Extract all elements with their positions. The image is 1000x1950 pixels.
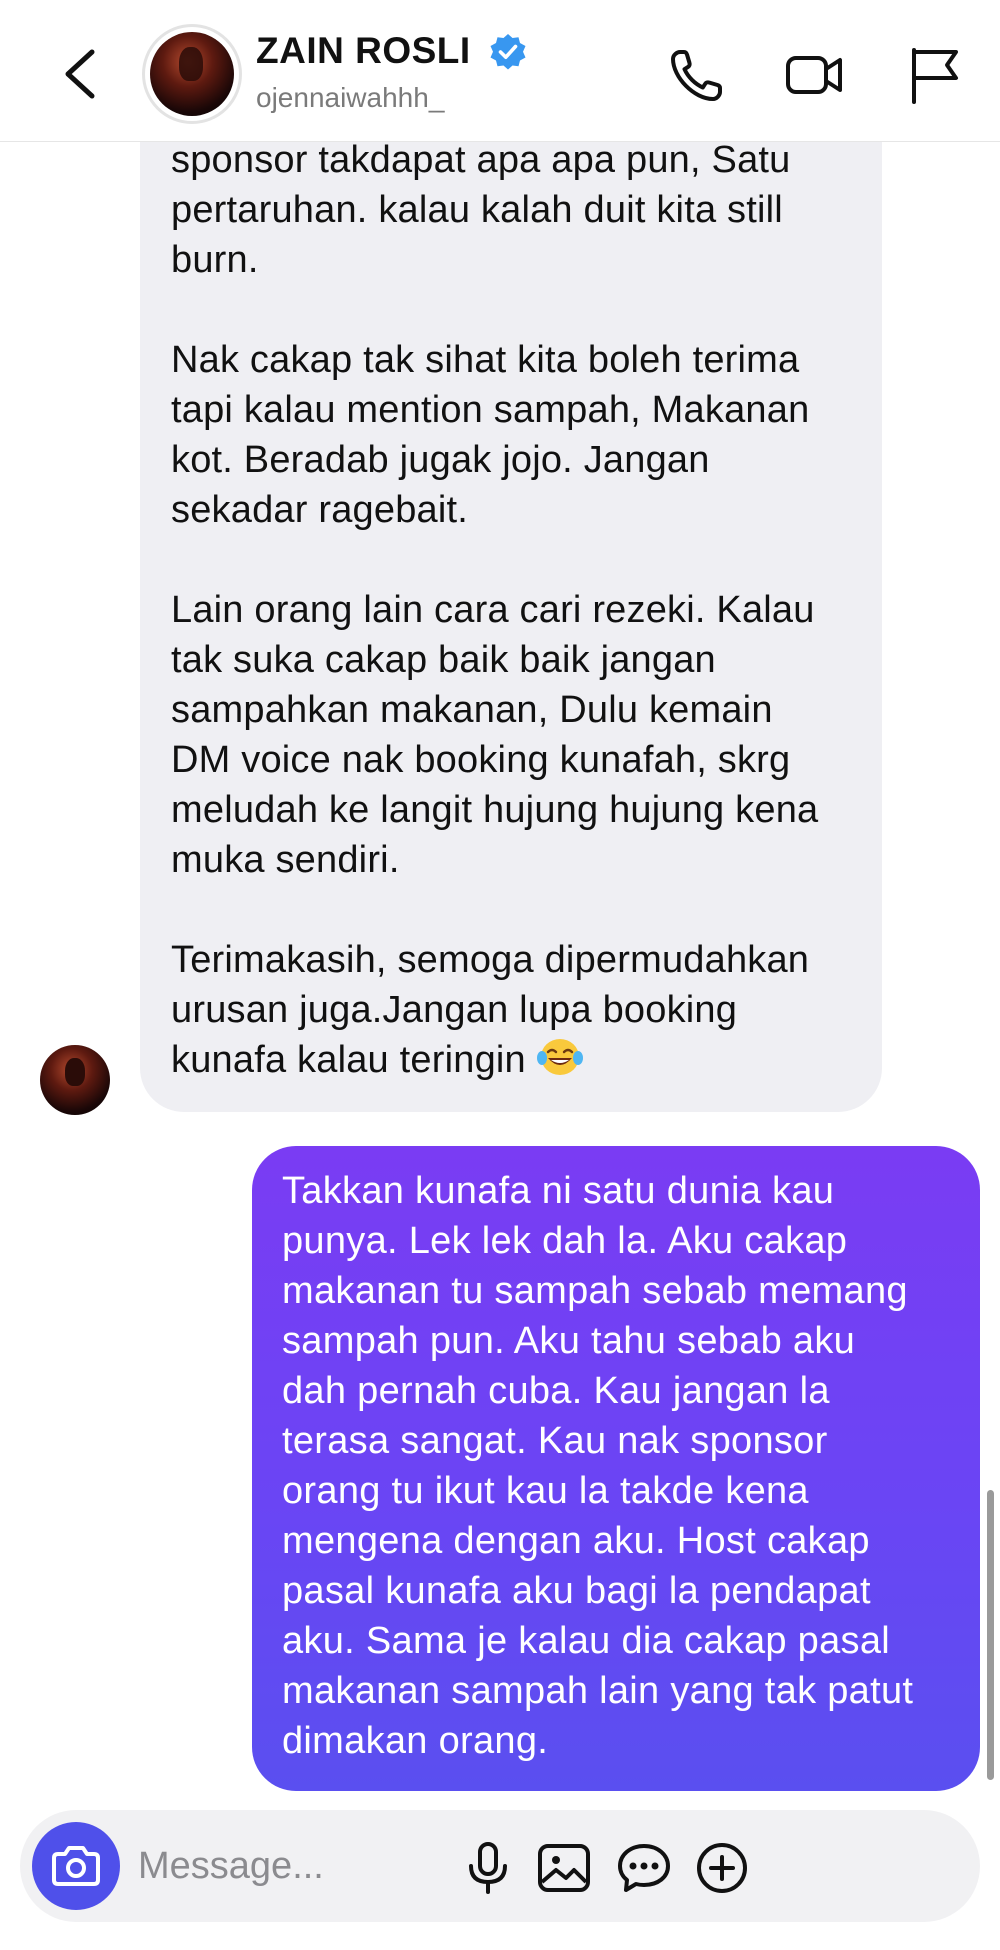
chat-header: ZAIN ROSLI ojennaiwahhh_	[0, 0, 1000, 142]
incoming-message-text: sponsor takdapat apa apa pun, Satu perta…	[171, 135, 871, 1085]
contact-name[interactable]: ZAIN ROSLI	[256, 30, 471, 72]
contact-handle: ojennaiwahhh_	[256, 82, 445, 113]
face-with-tears-of-joy-emoji	[536, 1039, 583, 1075]
outgoing-message-bubble[interactable]: Takkan kunafa ni satu dunia kau punya. L…	[252, 1146, 980, 1791]
video-camera-icon[interactable]	[784, 44, 846, 106]
back-icon[interactable]	[52, 44, 108, 104]
camera-button[interactable]	[32, 1822, 120, 1910]
sender-avatar[interactable]	[40, 1045, 110, 1115]
verified-badge-icon	[490, 34, 526, 70]
microphone-icon[interactable]	[458, 1838, 518, 1898]
phone-icon[interactable]	[666, 44, 728, 106]
outgoing-message-text: Takkan kunafa ni satu dunia kau punya. L…	[282, 1170, 914, 1762]
add-icon[interactable]	[692, 1838, 752, 1898]
incoming-message-bubble[interactable]: sponsor takdapat apa apa pun, Satu perta…	[140, 0, 882, 1112]
header-avatar[interactable]	[142, 24, 242, 124]
message-composer	[20, 1810, 980, 1922]
flag-icon[interactable]	[904, 44, 966, 106]
incoming-partial-line: sponsor takdapat apa apa pun, Satu	[171, 139, 791, 181]
gallery-icon[interactable]	[534, 1838, 594, 1898]
avatar-image	[150, 32, 234, 116]
scrollbar[interactable]	[987, 1490, 994, 1780]
camera-icon	[52, 1846, 100, 1886]
incoming-message-body: pertaruhan. kalau kalah duit kita still …	[171, 189, 819, 1081]
sticker-icon[interactable]	[614, 1838, 674, 1898]
